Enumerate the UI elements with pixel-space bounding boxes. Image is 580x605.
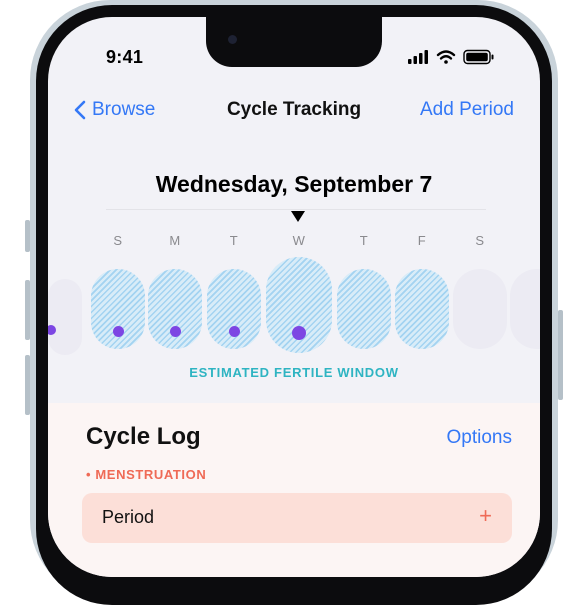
day-pill[interactable] <box>148 269 202 349</box>
day-letter: W <box>292 233 306 248</box>
day-letter: T <box>359 233 369 248</box>
options-button[interactable]: Options <box>447 427 512 449</box>
status-time: 9:41 <box>106 47 144 67</box>
fertile-window-label: ESTIMATED FERTILE WINDOW <box>189 365 399 380</box>
volume-down-button <box>25 355 30 415</box>
volume-up-button <box>25 280 30 340</box>
day-letter: F <box>417 233 427 248</box>
screen: 9:41 Browse Cycle Tracking Add Period We… <box>48 17 540 577</box>
navigation-bar: Browse Cycle Tracking Add Period <box>48 97 540 127</box>
day-letter: S <box>475 233 485 248</box>
day-pill-partial-right <box>510 269 540 349</box>
notch <box>206 17 382 67</box>
day-pill[interactable] <box>337 269 391 349</box>
cellular-signal-icon <box>408 50 428 64</box>
cycle-dot <box>292 326 306 340</box>
day-letter: S <box>113 233 123 248</box>
cycle-dot <box>169 326 181 337</box>
cycle-log-title: Cycle Log <box>86 423 201 450</box>
camera-icon <box>228 35 237 44</box>
cycle-dot <box>228 326 240 337</box>
day-pill[interactable] <box>91 269 145 349</box>
day-pill[interactable] <box>395 269 449 349</box>
add-icon[interactable]: + <box>479 503 492 529</box>
status-icons <box>406 49 506 65</box>
add-period-button[interactable]: Add Period <box>420 99 514 121</box>
cycle-log-card: Cycle Log Options • MENSTRUATION Period … <box>48 403 540 577</box>
silent-switch <box>25 220 30 252</box>
divider <box>106 209 486 210</box>
wifi-icon <box>436 50 456 64</box>
battery-icon <box>463 49 494 65</box>
day-pill-partial-left <box>48 279 82 355</box>
cycle-dot <box>112 326 124 337</box>
day-letter: M <box>169 233 181 248</box>
period-label: Period <box>102 507 155 527</box>
day-pill[interactable] <box>207 269 261 349</box>
menstruation-label: MENSTRUATION <box>95 467 207 482</box>
selected-day-marker-icon <box>291 211 305 222</box>
day-pill[interactable] <box>453 269 507 349</box>
period-row[interactable]: Period + <box>82 493 512 543</box>
section-label: • MENSTRUATION <box>86 467 207 482</box>
selected-date-title: Wednesday, September 7 <box>155 171 433 197</box>
day-letter: T <box>229 233 239 248</box>
power-button <box>558 310 563 400</box>
